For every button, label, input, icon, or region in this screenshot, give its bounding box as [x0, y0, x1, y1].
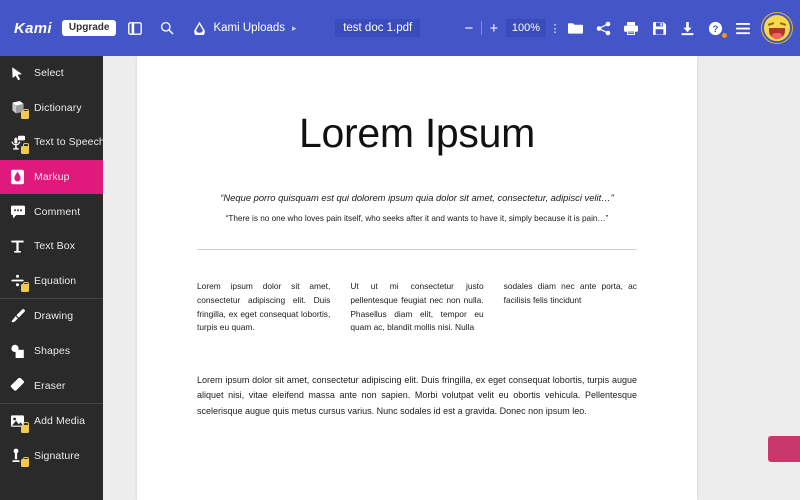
open-folder-icon[interactable] — [562, 15, 588, 41]
equation-icon — [9, 272, 29, 293]
text-box-icon — [9, 238, 26, 255]
sidebar-label-dictionary: Dictionary — [34, 101, 82, 114]
save-icon[interactable] — [646, 15, 672, 41]
panel-toggle-icon[interactable] — [122, 15, 148, 41]
help-icon[interactable]: ? — [702, 15, 728, 41]
lock-icon — [21, 108, 29, 120]
sidebar-item-drawing[interactable]: Drawing — [0, 299, 103, 334]
document-title-container: test doc 1.pdf — [297, 19, 459, 37]
breadcrumb-label: Kami Uploads — [213, 22, 286, 34]
document-columns: Lorem ipsum dolor sit amet, consectetur … — [197, 280, 637, 334]
avatar-tongue — [771, 33, 783, 39]
sidebar-item-dictionary[interactable]: Dictionary — [0, 91, 103, 126]
sidebar-label-text-to-speech: Text to Speech — [34, 136, 105, 149]
zoom-out-button[interactable]: − — [459, 17, 479, 39]
zoom-in-button[interactable]: + — [484, 17, 504, 39]
document-heading: Lorem Ipsum — [299, 110, 535, 156]
svg-text:?: ? — [712, 23, 718, 34]
sidebar-label-eraser: Eraser — [34, 379, 66, 392]
sidebar-label-comment: Comment — [34, 205, 81, 218]
sidebar-item-add-media[interactable]: Add Media — [0, 404, 103, 439]
document-quote-italic: “Neque porro quisquam est qui dolorem ip… — [220, 192, 614, 204]
vertical-scrollbar[interactable] — [795, 56, 800, 500]
sidebar-item-text-box[interactable]: Text Box — [0, 229, 103, 264]
shapes-icon — [9, 343, 26, 360]
zoom-controls: − + 100% ⋮ — [459, 17, 562, 39]
kami-logo[interactable]: Kami — [0, 20, 62, 37]
sidebar-item-eraser[interactable]: Eraser — [0, 368, 103, 403]
sidebar-item-equation[interactable]: Equation — [0, 264, 103, 299]
sidebar-item-select[interactable]: Select — [0, 56, 103, 91]
sidebar-group-media: Add Media Signature — [0, 404, 103, 473]
menu-icon[interactable] — [730, 15, 756, 41]
add-media-icon — [9, 413, 29, 433]
zoom-options-icon[interactable]: ⋮ — [548, 22, 562, 35]
sidebar-label-text-box: Text Box — [34, 240, 76, 253]
lock-icon — [21, 422, 29, 433]
sidebar-label-add-media: Add Media — [34, 415, 86, 428]
kami-app-window: Kami Upgrade Kami Uploads ▸ test doc 1.p… — [0, 0, 800, 500]
pdf-page-content: Lorem Ipsum “Neque porro quisquam est qu… — [137, 56, 697, 419]
sidebar-group-primary: Select Dictionary Text to Speech Markup … — [0, 56, 105, 300]
sidebar-item-shapes[interactable]: Shapes — [0, 334, 103, 369]
tools-sidebar: Select Dictionary Text to Speech Markup … — [0, 56, 105, 500]
document-title[interactable]: test doc 1.pdf — [335, 19, 421, 37]
sidebar-item-text-to-speech[interactable]: Text to Speech — [0, 125, 105, 160]
document-quote-plain: “There is no one who loves pain itself, … — [225, 214, 609, 224]
document-viewport[interactable]: Lorem Ipsum “Neque porro quisquam est qu… — [103, 56, 800, 500]
sidebar-item-markup[interactable]: Markup — [0, 159, 103, 195]
brush-icon — [9, 308, 26, 325]
zoom-divider — [480, 21, 482, 35]
kami-drop-icon — [190, 15, 208, 41]
sidebar-group-drawing: Drawing Shapes Eraser — [0, 299, 103, 404]
document-column-1: Lorem ipsum dolor sit amet, consectetur … — [197, 281, 331, 333]
top-toolbar: Kami Upgrade Kami Uploads ▸ test doc 1.p… — [0, 0, 800, 56]
marker-icon — [9, 169, 26, 186]
book-icon — [9, 99, 29, 120]
sidebar-label-equation: Equation — [34, 274, 77, 287]
sidebar-label-signature: Signature — [34, 449, 80, 462]
search-icon[interactable] — [154, 15, 180, 41]
print-icon[interactable] — [618, 15, 644, 41]
toolbar-actions: ? — [562, 13, 800, 43]
breadcrumb[interactable]: Kami Uploads ▸ — [190, 15, 297, 41]
help-notification-dot — [722, 33, 727, 38]
avatar-mouth — [769, 28, 785, 39]
document-column-2: Ut ut mi consectetur justo pellentesque … — [350, 281, 484, 333]
lock-icon — [21, 281, 29, 293]
sidebar-label-markup: Markup — [34, 171, 70, 184]
avatar-eye-right — [779, 22, 787, 26]
lock-icon — [21, 143, 29, 154]
pdf-page[interactable]: Lorem Ipsum “Neque porro quisquam est qu… — [137, 56, 697, 500]
eraser-icon — [9, 377, 26, 394]
feedback-button[interactable] — [768, 436, 800, 462]
sidebar-item-signature[interactable]: Signature — [0, 439, 103, 474]
upgrade-button[interactable]: Upgrade — [61, 20, 117, 36]
comment-icon — [9, 203, 26, 220]
share-icon[interactable] — [590, 15, 616, 41]
download-icon[interactable] — [674, 15, 700, 41]
zoom-level-value[interactable]: 100% — [505, 19, 546, 37]
lock-icon — [21, 456, 29, 468]
sidebar-item-comment[interactable]: Comment — [0, 194, 103, 229]
document-column-3: sodales diam nec ante porta, ac facilisi… — [503, 281, 637, 306]
document-divider — [197, 249, 637, 251]
cursor-arrow-icon — [9, 65, 26, 82]
sidebar-label-shapes: Shapes — [34, 345, 71, 358]
user-avatar[interactable] — [762, 13, 792, 43]
sidebar-label-drawing: Drawing — [34, 310, 74, 323]
document-bottom-paragraph: Lorem ipsum dolor sit amet, consectetur … — [197, 374, 637, 416]
signature-icon — [9, 447, 29, 468]
avatar-eye-left — [767, 22, 775, 26]
sidebar-label-select: Select — [34, 67, 64, 80]
speech-icon — [9, 134, 29, 154]
